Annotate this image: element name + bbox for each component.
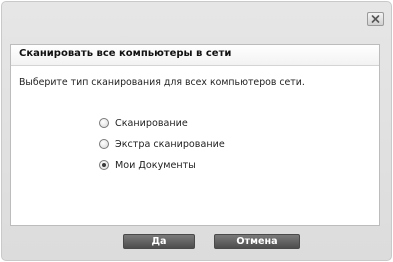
ok-button[interactable]: Да [123, 234, 195, 249]
heading-bar: Сканировать все компьютеры в сети [11, 45, 379, 66]
option-my-documents[interactable]: Мои Документы [99, 158, 225, 172]
option-my-documents-label: Мои Документы [115, 159, 196, 171]
dialog-description: Выберите тип сканирования для всех компь… [19, 77, 305, 88]
scan-type-options: Сканирование Экстра сканирование Мои Док… [99, 116, 225, 179]
close-icon [371, 15, 380, 23]
option-scan-label: Сканирование [115, 117, 188, 129]
dialog-heading: Сканировать все компьютеры в сети [19, 48, 232, 59]
cancel-button[interactable]: Отмена [214, 234, 300, 249]
radio-my-documents[interactable] [99, 160, 109, 170]
option-extra-scan[interactable]: Экстра сканирование [99, 137, 225, 151]
dialog-title-bar [2, 2, 391, 42]
radio-scan[interactable] [99, 118, 109, 128]
radio-extra-scan[interactable] [99, 139, 109, 149]
dialog-content: Сканировать все компьютеры в сети Выбери… [10, 44, 380, 226]
option-extra-scan-label: Экстра сканирование [115, 138, 225, 150]
close-button[interactable] [367, 12, 384, 26]
option-scan[interactable]: Сканирование [99, 116, 225, 130]
scan-dialog: Сканировать все компьютеры в сети Выбери… [1, 1, 392, 261]
